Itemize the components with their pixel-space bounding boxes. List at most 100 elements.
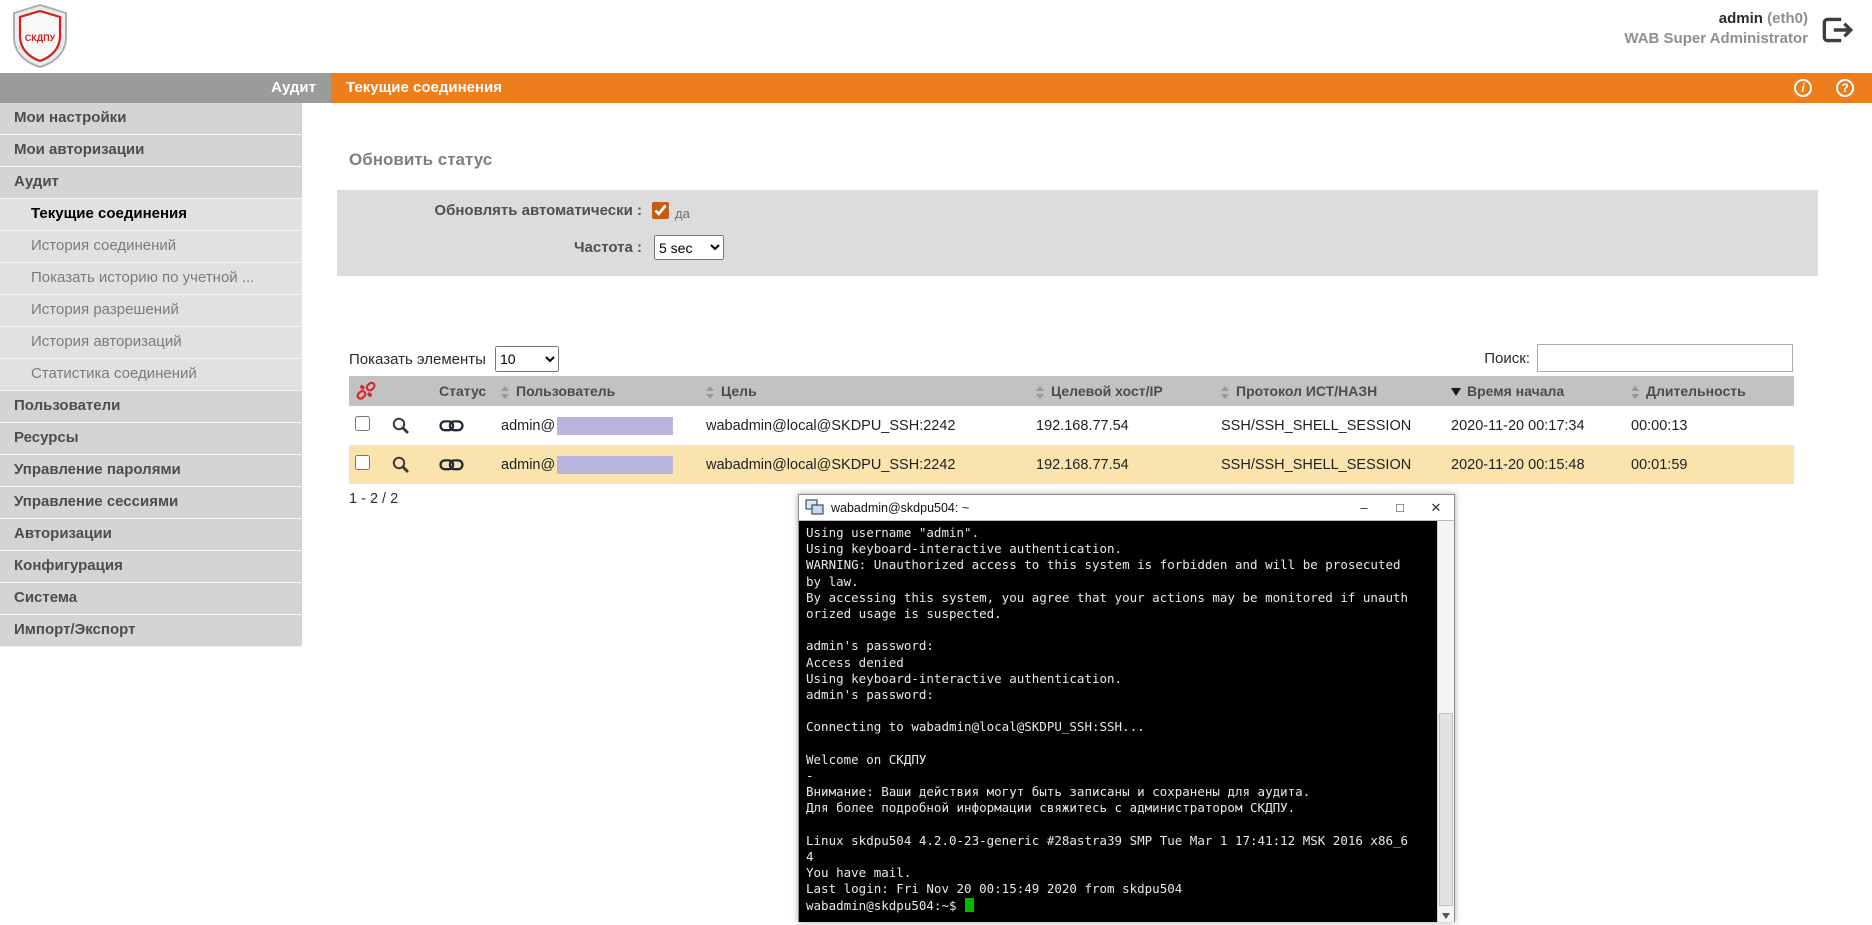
- breadcrumb-section: Аудит: [0, 73, 331, 103]
- connections-table: Статус Пользователь Цель Целевой хост/IP…: [349, 376, 1794, 484]
- logout-icon: [1822, 17, 1854, 43]
- sidebar-item-users[interactable]: Пользователи: [0, 391, 302, 423]
- connection-row-1: admin@ wabadmin@local@SKDPU_SSH:2242 192…: [349, 406, 1794, 445]
- sidebar-item-resources[interactable]: Ресурсы: [0, 423, 302, 455]
- page-title-bar: Текущие соединения: [346, 79, 503, 96]
- topbar-icons: i ?: [1794, 79, 1854, 97]
- terminal-window-controls: – □ ✕: [1346, 495, 1454, 520]
- maximize-icon[interactable]: □: [1382, 495, 1418, 520]
- header-duration[interactable]: Длительность: [1625, 376, 1794, 406]
- help-icon[interactable]: ?: [1836, 79, 1854, 97]
- sidebar-item-connection-statistics[interactable]: Статистика соединений: [0, 359, 302, 391]
- header-protocol-label: Протокол ИСТ/НАЗН: [1236, 383, 1378, 399]
- close-icon[interactable]: ✕: [1418, 495, 1454, 520]
- logo-text: СКДПУ: [25, 33, 56, 43]
- sidebar-item-authorizations[interactable]: Авторизации: [0, 519, 302, 551]
- header-empty: [385, 376, 433, 406]
- frequency-select[interactable]: 5 sec: [654, 235, 724, 260]
- page-size-select[interactable]: 10: [494, 346, 559, 372]
- search-label: Поиск:: [1484, 349, 1530, 367]
- terminal-titlebar[interactable]: wabadmin@skdpu504: ~ – □ ✕: [799, 495, 1454, 521]
- page: СКДПУ admin (eth0) WAB Super Administrat…: [0, 0, 1872, 925]
- row-select-checkbox[interactable]: [355, 455, 370, 470]
- sidebar-item-password-management[interactable]: Управление паролями: [0, 455, 302, 487]
- terminal-body[interactable]: Using username "admin". Using keyboard-i…: [799, 521, 1454, 922]
- cell-duration: 00:00:13: [1631, 417, 1688, 434]
- cell-user: admin@: [495, 406, 700, 445]
- auto-refresh-yes-label: да: [675, 206, 690, 221]
- terminal-cursor: [964, 897, 974, 912]
- auto-refresh-label: Обновлять автоматически :: [434, 202, 642, 219]
- search-input[interactable]: [1537, 344, 1793, 372]
- logout-button[interactable]: [1818, 13, 1856, 47]
- sort-desc-icon: [1451, 388, 1461, 397]
- sidebar-item-session-management[interactable]: Управление сессиями: [0, 487, 302, 519]
- row-select-checkbox[interactable]: [355, 416, 370, 431]
- sidebar-item-my-authorizations[interactable]: Мои авторизации: [0, 135, 302, 167]
- frequency-label: Частота :: [573, 239, 642, 256]
- app-logo: СКДПУ: [8, 3, 72, 70]
- header-protocol[interactable]: Протокол ИСТ/НАЗН: [1215, 376, 1445, 406]
- header-start-time-label: Время начала: [1467, 383, 1565, 399]
- table-header-row: Статус Пользователь Цель Целевой хост/IP…: [349, 376, 1794, 406]
- scrollbar-thumb[interactable]: [1439, 713, 1453, 906]
- auto-refresh-row: Обновлять автоматически : да: [337, 202, 690, 221]
- terminal-scrollbar[interactable]: [1437, 521, 1454, 922]
- sidebar-item-connection-history[interactable]: История соединений: [0, 231, 302, 263]
- cell-start: 2020-11-20 00:15:48: [1445, 445, 1625, 484]
- header-target-label: Цель: [721, 383, 757, 399]
- header-host-ip-label: Целевой хост/IP: [1051, 383, 1163, 399]
- connected-link-icon[interactable]: [439, 456, 464, 473]
- topbar: Аудит Текущие соединения i ?: [0, 73, 1872, 103]
- sort-icon: [1221, 385, 1230, 399]
- inspect-session-icon[interactable]: [391, 416, 411, 436]
- sort-icon: [1036, 385, 1045, 399]
- header-user[interactable]: Пользователь: [495, 376, 700, 406]
- sidebar-item-configuration[interactable]: Конфигурация: [0, 551, 302, 583]
- pagination-info: 1 - 2 / 2: [349, 491, 399, 507]
- shield-logo-icon: СКДПУ: [13, 3, 67, 69]
- terminal-window: wabadmin@skdpu504: ~ – □ ✕ Using usernam…: [798, 494, 1455, 922]
- connection-row-2: admin@ wabadmin@local@SKDPU_SSH:2242 192…: [349, 445, 1794, 484]
- scroll-down-icon[interactable]: [1442, 913, 1450, 919]
- cell-protocol: SSH/SSH_SHELL_SESSION: [1221, 417, 1412, 434]
- sidebar-item-audit[interactable]: Аудит: [0, 167, 302, 199]
- cell-user: admin@: [495, 445, 700, 484]
- show-elements-control: Показать элементы 10: [349, 346, 559, 372]
- minimize-icon[interactable]: –: [1346, 495, 1382, 520]
- redacted-user-mask: [557, 455, 674, 474]
- header-status[interactable]: Статус: [433, 376, 495, 406]
- header-user-label: Пользователь: [516, 383, 616, 399]
- header-host-ip[interactable]: Целевой хост/IP: [1030, 376, 1215, 406]
- user-prefix: admin@: [501, 456, 556, 473]
- sidebar-item-my-settings[interactable]: Мои настройки: [0, 103, 302, 135]
- terminal-title: wabadmin@skdpu504: ~: [831, 500, 970, 515]
- sidebar-item-account-history[interactable]: Показать историю по учетной ...: [0, 263, 302, 295]
- connected-link-icon[interactable]: [439, 417, 464, 434]
- search-box: Поиск:: [1484, 344, 1793, 372]
- sidebar-item-import-export[interactable]: Импорт/Экспорт: [0, 615, 302, 647]
- user-line: admin (eth0): [1624, 9, 1808, 29]
- sort-icon: [501, 385, 510, 399]
- broken-link-icon: [356, 381, 376, 400]
- user-block: admin (eth0) WAB Super Administrator: [1624, 9, 1808, 49]
- auto-refresh-checkbox[interactable]: [652, 202, 669, 219]
- header-duration-label: Длительность: [1646, 383, 1746, 399]
- terminal-output: Using username "admin". Using keyboard-i…: [806, 525, 1409, 897]
- header-target[interactable]: Цель: [700, 376, 1030, 406]
- frequency-row: Частота : 5 sec: [337, 235, 724, 260]
- sidebar-item-system[interactable]: Система: [0, 583, 302, 615]
- cell-start: 2020-11-20 00:17:34: [1451, 417, 1585, 434]
- username: admin: [1718, 10, 1763, 27]
- cell-protocol: SSH/SSH_SHELL_SESSION: [1215, 445, 1445, 484]
- sidebar-item-permission-history[interactable]: История разрешений: [0, 295, 302, 327]
- cell-host: 192.168.77.54: [1030, 445, 1215, 484]
- show-elements-label: Показать элементы: [349, 350, 486, 368]
- sidebar-item-authorization-history[interactable]: История авторизаций: [0, 327, 302, 359]
- sidebar-item-current-connections[interactable]: Текущие соединения: [0, 199, 302, 231]
- header-disconnect[interactable]: [349, 376, 385, 406]
- header-start-time[interactable]: Время начала: [1445, 376, 1625, 406]
- section-heading: Обновить статус: [349, 150, 493, 169]
- inspect-session-icon[interactable]: [391, 455, 411, 475]
- info-icon[interactable]: i: [1794, 79, 1812, 97]
